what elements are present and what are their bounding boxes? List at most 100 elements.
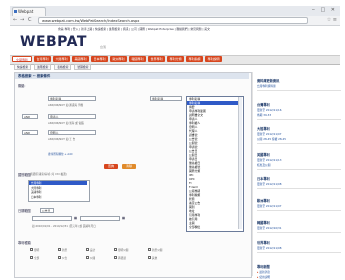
search-button[interactable]: 查詢 bbox=[104, 164, 118, 169]
address-bar[interactable]: www.webpat.com.tw/WebPatSearch/IndexSear… bbox=[38, 17, 308, 24]
sidebar-title[interactable]: 專利新聞 bbox=[257, 264, 341, 269]
date-from-input[interactable] bbox=[32, 216, 72, 221]
country-option[interactable]: 日本專利 bbox=[31, 195, 41, 199]
nav-tab-tw[interactable]: 台灣專利 bbox=[34, 56, 51, 62]
type-option: 新型 bbox=[62, 249, 68, 252]
nav-tab-all[interactable]: 全國專利 bbox=[12, 56, 32, 62]
keyword-hint-1: AND/OR/NOT 如:通訊與 手機 bbox=[48, 104, 83, 107]
date-type-select[interactable]: 公告日 bbox=[40, 208, 54, 213]
add-field-link[interactable]: 搜尋所有欄位 + Add bbox=[48, 152, 72, 156]
subnav-table[interactable]: 表格檢索 bbox=[54, 64, 72, 70]
nav-tab-jp[interactable]: 日本專利 bbox=[91, 56, 108, 62]
window-controls[interactable]: ‒ □ ✕ bbox=[312, 7, 337, 13]
sidebar-block: 日本專利 更新至 2012/11/08 bbox=[257, 176, 341, 189]
operator-select-2[interactable]: AND bbox=[22, 114, 38, 119]
screenshot: Webpat ‒ □ ✕ ← → C www.webpat.com.tw/Web… bbox=[0, 0, 345, 280]
type-checkbox[interactable] bbox=[148, 248, 151, 251]
keyword-hint-2: AND/OR/NOT 如:鴻海 或 電腦 bbox=[48, 122, 84, 125]
sidebar-line[interactable]: 更新至 2012/10/31 bbox=[257, 226, 341, 230]
sidebar-line[interactable]: 台灣專利資料庫 bbox=[257, 84, 341, 88]
status-checkbox[interactable] bbox=[86, 256, 89, 259]
nav-tab-wo[interactable]: 世界專利 bbox=[148, 56, 165, 62]
status-checkbox[interactable] bbox=[58, 256, 61, 259]
status-option: 公開 bbox=[90, 257, 96, 260]
status-checkbox[interactable] bbox=[114, 256, 117, 259]
keyword-input-1[interactable]: 專利名稱 bbox=[48, 96, 96, 101]
field-dropdown-list[interactable]: 專利名稱 專利名稱 摘要 申請專利範圍 說明書全文 申請人 專利權人 發明人 代理人 證書號 公告號… bbox=[186, 96, 244, 232]
top-links[interactable]: 會員 專利 | 登入 | 新手上路 | 快速檢索 | 進階檢索 | 資訊 | 公… bbox=[58, 27, 338, 31]
sidebar-line[interactable]: 公開 28-45 授權 28-45 bbox=[257, 137, 341, 141]
nav-tab-index[interactable]: 專利指標 bbox=[186, 56, 203, 62]
nav-tab-us[interactable]: 美國專利 bbox=[72, 56, 89, 62]
operator-select-3[interactable]: AND bbox=[22, 130, 38, 135]
status-checkbox[interactable] bbox=[148, 256, 151, 259]
type-checkbox[interactable] bbox=[86, 248, 89, 251]
back-icon[interactable]: ← bbox=[13, 17, 17, 23]
date-to-input[interactable] bbox=[80, 216, 120, 221]
favicon-icon bbox=[14, 10, 17, 13]
sidebar-title[interactable]: 韓國專利 bbox=[257, 220, 341, 225]
status-option: 再發證 bbox=[118, 257, 126, 260]
sidebar-line[interactable]: 更新至 2012/11/16 bbox=[257, 108, 341, 112]
dropdown-option[interactable]: 全部欄位 bbox=[189, 225, 200, 229]
keyword-label: 關鍵: bbox=[18, 84, 26, 88]
sidebar-line[interactable]: 更新至 2012/11/08 bbox=[257, 182, 341, 186]
sidebar-line[interactable]: 核准及公開 bbox=[257, 163, 341, 167]
keyword-input-3[interactable]: 發明人 bbox=[48, 130, 96, 135]
sidebar-line[interactable]: 使用說明 bbox=[257, 275, 341, 279]
type-option: 發明公開 bbox=[118, 249, 129, 252]
sidebar-block: 資料庫更新資訊 台灣專利資料庫 bbox=[257, 78, 341, 91]
calendar-icon[interactable]: ▦ bbox=[74, 216, 77, 220]
sidebar-line[interactable]: 最新消息 bbox=[257, 270, 341, 274]
browser-menu-icon[interactable]: ☆ ≡ bbox=[327, 17, 337, 23]
sidebar-line[interactable]: 更新至 2012/11/07 bbox=[257, 132, 341, 136]
status-option: 其他 bbox=[152, 257, 158, 260]
subnav-quick[interactable]: 快速檢索 bbox=[14, 64, 32, 70]
reload-icon[interactable]: C bbox=[28, 17, 32, 23]
sidebar-title[interactable]: 美國專利 bbox=[257, 152, 341, 157]
country-option[interactable]: 台灣專利 bbox=[31, 181, 41, 185]
sidebar-title[interactable]: 大陸專利 bbox=[257, 126, 341, 131]
sidebar-title[interactable]: 資料庫更新資訊 bbox=[257, 78, 341, 83]
sidebar-block: 大陸專利 更新至 2012/11/07 公開 28-45 授權 28-45 bbox=[257, 126, 341, 144]
site-logo[interactable]: WEBPAT bbox=[20, 34, 87, 50]
sidebar-line[interactable]: 卷期 39-33 bbox=[257, 113, 341, 117]
subnav-advanced[interactable]: 進階檢索 bbox=[34, 64, 52, 70]
country-listbox[interactable]: 台灣專利 大陸專利 美國專利 日本專利 bbox=[28, 180, 90, 202]
type-checkbox[interactable] bbox=[30, 248, 33, 251]
sidebar-line[interactable]: 更新至 2012/11/07 bbox=[257, 204, 341, 208]
type-option: 發明 bbox=[34, 249, 40, 252]
type-checkbox[interactable] bbox=[58, 248, 61, 251]
sidebar-divider bbox=[257, 169, 341, 170]
dropdown-scrollbar[interactable] bbox=[238, 97, 242, 229]
status-checkbox[interactable] bbox=[30, 256, 33, 259]
type-option: 新型公開 bbox=[152, 249, 163, 252]
browser-tab[interactable]: Webpat bbox=[12, 7, 46, 16]
keyword-input-2[interactable]: 申請人 bbox=[48, 114, 96, 119]
sidebar-block: 歐洲專利 更新至 2012/11/07 bbox=[257, 198, 341, 211]
sidebar-divider bbox=[257, 210, 341, 211]
type-checkbox[interactable] bbox=[114, 248, 117, 251]
reset-button[interactable]: 清除 bbox=[122, 164, 136, 169]
sidebar-title[interactable]: 世界專利 bbox=[257, 240, 341, 245]
sidebar-title[interactable]: 歐洲專利 bbox=[257, 198, 341, 203]
sidebar-divider bbox=[257, 90, 341, 91]
nav-tab-class[interactable]: 專利分類 bbox=[167, 56, 184, 62]
date-hint: 如:2010/01/01 - 2010/12/31 (西元年) 或 民國年月日 bbox=[32, 225, 96, 228]
country-option[interactable]: 美國專利 bbox=[31, 190, 41, 194]
nav-tab-ep[interactable]: 歐洲專利 bbox=[110, 56, 127, 62]
status-option: 全部 bbox=[34, 257, 40, 260]
field-select-1[interactable]: 專利名稱 bbox=[150, 96, 182, 101]
tab-title: Webpat bbox=[18, 9, 34, 14]
sidebar-title[interactable]: 日本專利 bbox=[257, 176, 341, 181]
nav-tab-help[interactable]: 專利說明 bbox=[205, 56, 222, 62]
subnav-number[interactable]: 號碼檢索 bbox=[74, 64, 92, 70]
sidebar-line[interactable]: 更新至 2012/11/08 bbox=[257, 246, 341, 250]
sidebar-line[interactable]: 更新至 2012/11/13 bbox=[257, 158, 341, 162]
nav-tab-cn[interactable]: 大陸專利 bbox=[53, 56, 70, 62]
forward-icon[interactable]: → bbox=[20, 17, 24, 23]
sidebar-title[interactable]: 台灣專利 bbox=[257, 102, 341, 107]
nav-tab-kr[interactable]: 韓國專利 bbox=[129, 56, 146, 62]
country-option[interactable]: 大陸專利 bbox=[31, 186, 41, 190]
calendar-icon[interactable]: ▦ bbox=[122, 216, 125, 220]
